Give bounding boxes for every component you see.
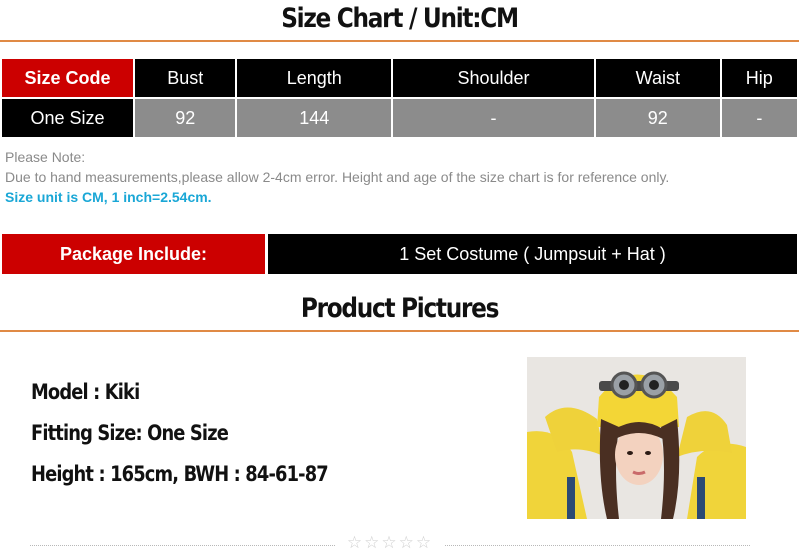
footer-divider-right <box>445 545 750 546</box>
note-label: Please Note: <box>5 149 86 165</box>
table-row: One Size 92 144 - 92 - <box>2 99 797 137</box>
cell-shoulder: - <box>393 99 594 137</box>
footer-divider-left <box>30 545 335 546</box>
product-pictures-title: Product Pictures <box>300 293 500 324</box>
title-divider <box>0 40 799 42</box>
cell-size-code: One Size <box>2 99 133 137</box>
fitting-size: Fitting Size: One Size <box>31 421 229 445</box>
product-divider <box>0 330 799 332</box>
header-length: Length <box>237 59 392 97</box>
note-text: Due to hand measurements,please allow 2-… <box>5 169 670 185</box>
cell-length: 144 <box>237 99 392 137</box>
size-unit-note: Size unit is CM, 1 inch=2.54cm. <box>5 189 212 205</box>
header-bust: Bust <box>135 59 236 97</box>
table-header-row: Size Code Bust Length Shoulder Waist Hip <box>2 59 797 97</box>
cell-bust: 92 <box>135 99 236 137</box>
package-label: Package Include: <box>2 234 265 274</box>
size-chart-table: Size Code Bust Length Shoulder Waist Hip… <box>0 57 799 139</box>
product-photo <box>527 357 746 519</box>
size-chart-title: Size Chart / Unit:CM <box>281 3 519 34</box>
model-name: Model : Kiki <box>31 380 140 404</box>
model-height-bwh: Height : 165cm, BWH : 84-61-87 <box>31 462 329 486</box>
header-size-code: Size Code <box>2 59 133 97</box>
package-value: 1 Set Costume ( Jumpsuit + Hat ) <box>268 234 797 274</box>
rating-stars-icon: ☆☆☆☆☆ <box>346 533 434 552</box>
cell-waist: 92 <box>595 99 720 137</box>
header-hip: Hip <box>721 59 797 97</box>
header-waist: Waist <box>595 59 720 97</box>
header-shoulder: Shoulder <box>393 59 594 97</box>
model-costume-image <box>527 357 746 519</box>
cell-hip: - <box>721 99 797 137</box>
